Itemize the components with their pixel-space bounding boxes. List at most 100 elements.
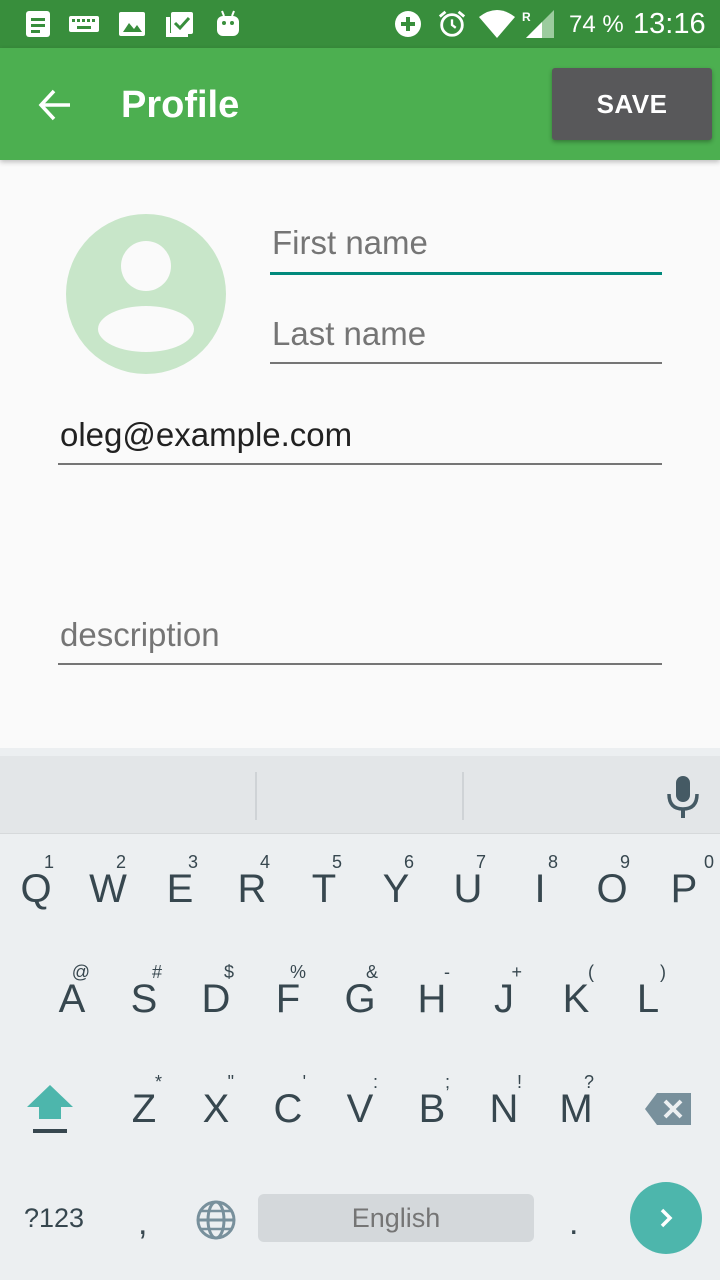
key-hint: ) xyxy=(660,962,666,982)
key-letter: C xyxy=(273,1086,303,1131)
key-hint: ' xyxy=(302,1072,306,1092)
key-letter: T xyxy=(311,866,337,911)
key-hint: 5 xyxy=(331,852,342,872)
page-title: Profile xyxy=(121,84,240,126)
first-name-placeholder: First name xyxy=(272,224,428,261)
key-hint: # xyxy=(151,962,162,982)
key-letter: F xyxy=(275,976,301,1021)
suggestion-divider xyxy=(462,772,464,820)
save-button[interactable]: SAVE xyxy=(552,68,712,140)
key-c[interactable]: C ' xyxy=(252,1054,324,1164)
key-h[interactable]: H- xyxy=(396,944,468,1054)
key-l[interactable]: L) xyxy=(612,944,684,1054)
key-p[interactable]: P0 xyxy=(648,834,720,944)
last-name-field[interactable]: Last name xyxy=(270,315,662,364)
back-button[interactable] xyxy=(22,72,88,138)
key-hint: ; xyxy=(444,1072,450,1092)
key-t[interactable]: T5 xyxy=(288,834,360,944)
avatar-placeholder[interactable] xyxy=(66,214,226,374)
key-f[interactable]: F% xyxy=(252,944,324,1054)
key-b[interactable]: B; xyxy=(396,1054,468,1164)
key-g[interactable]: G & xyxy=(324,944,396,1054)
shift-key[interactable] xyxy=(14,1054,86,1164)
key-letter: V xyxy=(346,1086,374,1131)
key-hint: % xyxy=(289,962,306,982)
key-letter: X xyxy=(202,1086,230,1131)
enter-key[interactable] xyxy=(630,1182,702,1254)
key-w[interactable]: W2 xyxy=(72,834,144,944)
backspace-key[interactable] xyxy=(632,1054,704,1164)
key-d[interactable]: D $ xyxy=(180,944,252,1054)
email-field[interactable]: oleg@example.com xyxy=(58,416,662,465)
first-name-field[interactable]: First name xyxy=(270,224,662,275)
key-letter: O xyxy=(596,866,628,911)
key-hint: 6 xyxy=(403,852,414,872)
description-placeholder: description xyxy=(60,616,220,653)
key-letter: D xyxy=(201,976,231,1021)
backspace-icon xyxy=(645,1093,691,1125)
key-u[interactable]: U7 xyxy=(432,834,504,944)
key-hint: ! xyxy=(516,1072,522,1092)
key-letter: J xyxy=(494,976,514,1021)
key-letter: S xyxy=(130,976,158,1021)
key-hint: & xyxy=(365,962,378,982)
key-j[interactable]: J + xyxy=(468,944,540,1054)
key-hint: 1 xyxy=(43,852,54,872)
microphone-icon[interactable] xyxy=(664,774,702,820)
key-hint: 4 xyxy=(259,852,270,872)
key-x[interactable]: X " xyxy=(180,1054,252,1164)
key-letter: Y xyxy=(382,866,410,911)
key-hint: 0 xyxy=(703,852,714,872)
key-letter: I xyxy=(534,866,546,911)
notes-icon xyxy=(26,11,50,37)
key-hint: ? xyxy=(583,1072,594,1092)
key-letter: P xyxy=(670,866,698,911)
key-r[interactable]: R4 xyxy=(216,834,288,944)
key-hint: + xyxy=(511,962,522,982)
key-hint: * xyxy=(154,1072,162,1092)
key-hint: 3 xyxy=(187,852,198,872)
key-hint: @ xyxy=(71,962,90,982)
space-bar[interactable]: English xyxy=(258,1194,534,1242)
clipboard-check-icon xyxy=(166,12,193,37)
arrow-back-icon xyxy=(38,89,70,121)
key-letter: N xyxy=(489,1086,519,1131)
key-hint: " xyxy=(227,1072,234,1092)
key-hint: 7 xyxy=(475,852,486,872)
wifi-icon xyxy=(479,10,515,38)
key-k[interactable]: K( xyxy=(540,944,612,1054)
symbols-key[interactable]: ?123 xyxy=(24,1203,84,1234)
key-letter: Q xyxy=(20,866,52,911)
image-icon xyxy=(119,12,145,36)
key-z[interactable]: Z * xyxy=(108,1054,180,1164)
email-value: oleg@example.com xyxy=(60,416,353,453)
alarm-icon xyxy=(438,10,466,37)
globe-icon[interactable] xyxy=(194,1198,238,1242)
key-letter: W xyxy=(89,866,127,911)
key-v[interactable]: V: xyxy=(324,1054,396,1164)
key-letter: L xyxy=(636,976,660,1021)
description-field[interactable]: description xyxy=(58,616,662,665)
suggestion-divider xyxy=(255,772,257,820)
key-letter: B xyxy=(418,1086,446,1131)
key-hint: - xyxy=(444,962,450,982)
key-letter: H xyxy=(417,976,447,1021)
key-letter: M xyxy=(559,1086,593,1131)
key-i[interactable]: I8 xyxy=(504,834,576,944)
key-hint: 9 xyxy=(619,852,630,872)
key-e[interactable]: E3 xyxy=(144,834,216,944)
key-o[interactable]: O9 xyxy=(576,834,648,944)
period-key[interactable]: . xyxy=(569,1204,578,1243)
keyboard-icon xyxy=(69,16,99,32)
signal-roaming-icon: R xyxy=(522,10,554,38)
clock: 13:16 xyxy=(633,8,706,40)
key-a[interactable]: A @ xyxy=(36,944,108,1054)
key-m[interactable]: M? xyxy=(540,1054,612,1164)
key-q[interactable]: Q1 xyxy=(0,834,72,944)
key-y[interactable]: Y6 xyxy=(360,834,432,944)
last-name-placeholder: Last name xyxy=(272,315,427,352)
comma-key[interactable]: , xyxy=(138,1204,147,1243)
key-s[interactable]: S # xyxy=(108,944,180,1054)
key-n[interactable]: N! xyxy=(468,1054,540,1164)
battery-percent: 74 % xyxy=(569,11,624,38)
